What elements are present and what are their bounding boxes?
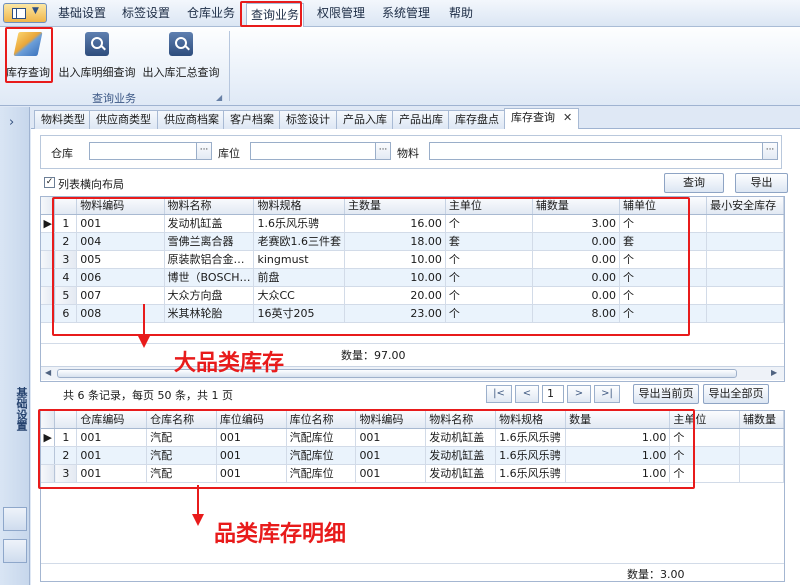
tab-material-type[interactable]: 物料类型 bbox=[34, 110, 92, 129]
ribbon-group-label: 查询业务 bbox=[92, 92, 136, 105]
ribbon-highlight-box bbox=[5, 27, 53, 83]
ribbon-group-divider bbox=[229, 31, 230, 101]
menu-system-management[interactable]: 系统管理 bbox=[377, 0, 435, 27]
table-cell[interactable] bbox=[706, 250, 784, 269]
scroll-thumb[interactable] bbox=[57, 369, 737, 378]
scroll-left-icon[interactable]: ◀ bbox=[45, 368, 51, 377]
menu-label-settings[interactable]: 标签设置 bbox=[117, 0, 175, 27]
table-cell[interactable] bbox=[706, 286, 784, 305]
scroll-right-icon[interactable]: ▶ bbox=[771, 368, 777, 377]
group-launcher-icon[interactable]: ◢ bbox=[216, 93, 222, 102]
annotation-arrow-line bbox=[197, 485, 199, 515]
inventory-grid-highlight-box bbox=[52, 197, 690, 336]
tab-label-design[interactable]: 标签设计 bbox=[279, 110, 337, 129]
detail-grid-highlight-box bbox=[38, 409, 695, 489]
inout-summary-query-label: 出入库汇总查询 bbox=[142, 66, 220, 79]
page-number-input[interactable]: 1 bbox=[542, 385, 564, 403]
chevron-down-icon: ▼ bbox=[32, 6, 39, 16]
material-field[interactable] bbox=[429, 142, 763, 160]
table-cell[interactable] bbox=[739, 464, 784, 483]
nav-panel-button[interactable] bbox=[3, 539, 27, 563]
next-page-button[interactable]: > bbox=[567, 385, 591, 403]
table-cell[interactable] bbox=[739, 446, 784, 465]
tab-customer-profile[interactable]: 客户档案 bbox=[223, 110, 281, 129]
menu-highlight-box bbox=[240, 1, 302, 27]
detail-total: 数量：3.00 bbox=[627, 568, 685, 581]
first-page-button[interactable]: |< bbox=[486, 385, 512, 403]
location-label: 库位 bbox=[218, 147, 240, 160]
magnifier-icon bbox=[85, 32, 109, 56]
tab-inventory-query-label: 库存查询 bbox=[511, 111, 555, 124]
nav-panel-button[interactable] bbox=[3, 507, 27, 531]
horizontal-layout-checkbox[interactable]: ✓ bbox=[44, 177, 55, 188]
annotation-arrow-line bbox=[143, 304, 145, 337]
col-min-safety-stock[interactable]: 最小安全库存 bbox=[706, 197, 784, 215]
application-menu-button[interactable]: ▼ bbox=[3, 3, 47, 23]
tab-product-outbound[interactable]: 产品出库 bbox=[392, 110, 450, 129]
tab-product-inbound[interactable]: 产品入库 bbox=[336, 110, 394, 129]
inout-detail-query-label: 出入库明细查询 bbox=[58, 66, 136, 79]
tab-inventory-query[interactable]: 库存查询 ✕ bbox=[504, 108, 580, 130]
tab-stock-count[interactable]: 库存盘点 bbox=[448, 110, 506, 129]
annotation-category-detail: 品类库存明细 bbox=[214, 522, 347, 547]
col-aux-quantity[interactable]: 辅数量 bbox=[739, 411, 784, 429]
warehouse-label: 仓库 bbox=[51, 147, 73, 160]
left-nav-panel: › 基础设置 bbox=[0, 107, 30, 585]
warehouse-field[interactable] bbox=[89, 142, 197, 160]
magnifier-icon bbox=[169, 32, 193, 56]
annotation-big-category: 大品类库存 bbox=[174, 351, 285, 376]
location-field[interactable] bbox=[250, 142, 376, 160]
table-cell[interactable] bbox=[706, 304, 784, 323]
tab-supplier-type[interactable]: 供应商类型 bbox=[89, 110, 158, 129]
left-nav-label[interactable]: 基础设置 bbox=[1, 387, 29, 431]
menu-basic-settings[interactable]: 基础设置 bbox=[53, 0, 111, 27]
inventory-total: 数量：97.00 bbox=[341, 349, 406, 362]
grid-footer-divider bbox=[41, 563, 784, 564]
table-cell[interactable] bbox=[706, 232, 784, 251]
warehouse-picker-button[interactable]: ··· bbox=[196, 142, 212, 160]
material-label: 物料 bbox=[397, 147, 419, 160]
menu-permission-management[interactable]: 权限管理 bbox=[312, 0, 370, 27]
tab-supplier-profile[interactable]: 供应商档案 bbox=[157, 110, 226, 129]
horizontal-layout-label: 列表横向布局 bbox=[58, 178, 124, 191]
annotation-arrow-head bbox=[138, 336, 150, 348]
grid-footer-divider bbox=[41, 343, 784, 344]
last-page-button[interactable]: >| bbox=[594, 385, 620, 403]
app-window-icon bbox=[12, 8, 26, 19]
table-cell[interactable] bbox=[706, 214, 784, 233]
inout-detail-query-button[interactable]: 出入库明细查询 bbox=[56, 30, 138, 84]
export-button[interactable]: 导出 bbox=[735, 173, 788, 193]
inventory-hscrollbar[interactable]: ◀ ▶ bbox=[41, 366, 784, 380]
prev-page-button[interactable]: < bbox=[515, 385, 539, 403]
table-cell[interactable] bbox=[739, 428, 784, 447]
inout-summary-query-button[interactable]: 出入库汇总查询 bbox=[140, 30, 222, 84]
table-cell[interactable] bbox=[706, 268, 784, 287]
document-tab-bar: 物料类型 供应商类型 供应商档案 客户档案 标签设计 产品入库 产品出库 库存盘… bbox=[31, 107, 800, 130]
pager-info: 共 6 条记录，每页 50 条，共 1 页 bbox=[63, 389, 233, 402]
export-current-page-button[interactable]: 导出当前页 bbox=[633, 384, 699, 404]
menu-help[interactable]: 帮助 bbox=[441, 0, 481, 27]
location-picker-button[interactable]: ··· bbox=[375, 142, 391, 160]
annotation-arrow-head bbox=[192, 514, 204, 526]
export-all-pages-button[interactable]: 导出全部页 bbox=[703, 384, 769, 404]
material-picker-button[interactable]: ··· bbox=[762, 142, 778, 160]
close-icon[interactable]: ✕ bbox=[563, 111, 572, 124]
ribbon: 库存查询 出入库明细查询 出入库汇总查询 查询业务 ◢ bbox=[0, 27, 800, 106]
query-button[interactable]: 查询 bbox=[664, 173, 724, 193]
menu-bar: ▼ 基础设置 标签设置 仓库业务 查询业务 权限管理 系统管理 帮助 bbox=[0, 0, 800, 28]
expand-chevron-icon[interactable]: › bbox=[9, 115, 14, 130]
menu-warehouse-business[interactable]: 仓库业务 bbox=[182, 0, 240, 27]
